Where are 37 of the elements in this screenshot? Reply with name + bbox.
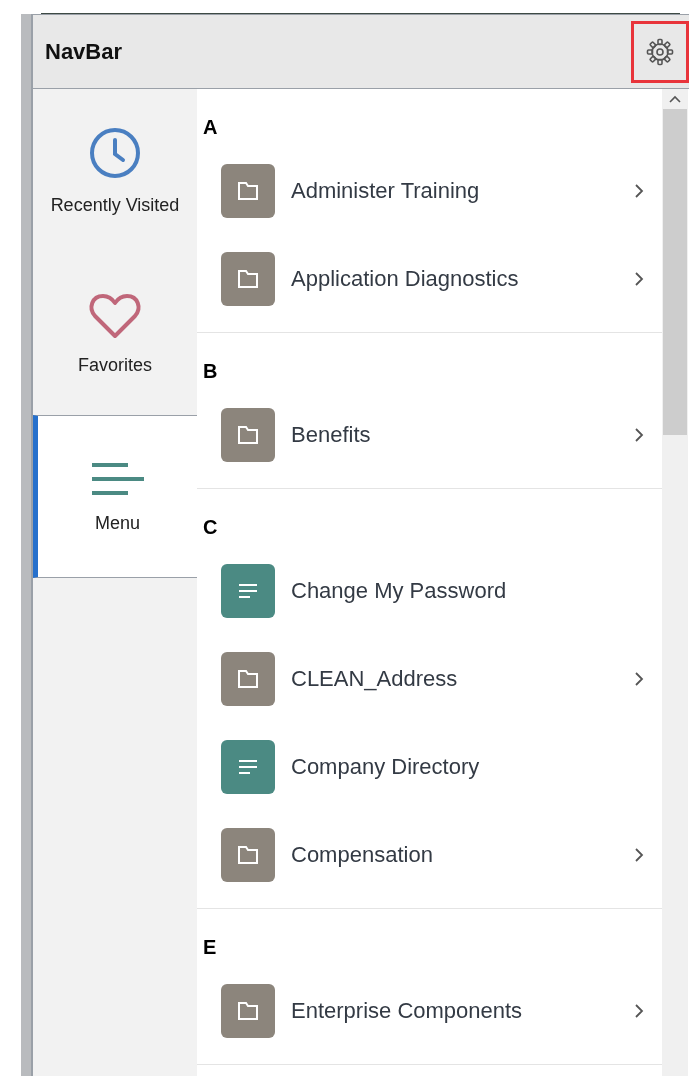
scrollbar-thumb[interactable] bbox=[663, 109, 687, 435]
scrollbar[interactable] bbox=[662, 89, 688, 1076]
heart-icon bbox=[87, 291, 143, 341]
scroll-up-icon[interactable] bbox=[669, 95, 681, 103]
clock-icon bbox=[87, 125, 143, 181]
page-icon bbox=[221, 740, 275, 794]
folder-icon bbox=[221, 828, 275, 882]
chevron-right-icon bbox=[634, 271, 644, 287]
folder-icon bbox=[221, 652, 275, 706]
chevron-right-icon bbox=[634, 671, 644, 687]
sidebar-tab[interactable]: Recently Visited bbox=[33, 89, 197, 252]
section-letter: C bbox=[203, 516, 219, 539]
page-icon bbox=[221, 564, 275, 618]
menu-item[interactable]: CLEAN_Address bbox=[197, 635, 662, 723]
sidebar-tab[interactable]: Menu bbox=[33, 415, 197, 578]
chevron-right-icon bbox=[634, 427, 644, 443]
menu-item[interactable]: Application Diagnostics bbox=[197, 235, 662, 323]
folder-icon bbox=[221, 408, 275, 462]
navbar-title: NavBar bbox=[45, 38, 123, 65]
section-letter: E bbox=[203, 936, 218, 959]
menu-item[interactable]: Enterprise Components bbox=[197, 967, 662, 1055]
section-letter: A bbox=[203, 116, 219, 139]
menu-item[interactable]: Administer Training bbox=[197, 147, 662, 235]
section-letter: B bbox=[203, 360, 219, 383]
folder-icon bbox=[221, 252, 275, 306]
menu-item[interactable]: Benefits bbox=[197, 391, 662, 479]
settings-button[interactable] bbox=[631, 20, 689, 83]
sidebar-tab[interactable]: Favorites bbox=[33, 252, 197, 415]
menu-item[interactable]: Change My Password bbox=[197, 547, 662, 635]
menu-item[interactable]: Compensation bbox=[197, 811, 662, 899]
menu-item[interactable]: Company Directory bbox=[197, 723, 662, 811]
folder-icon bbox=[221, 984, 275, 1038]
chevron-right-icon bbox=[634, 183, 644, 199]
folder-icon bbox=[221, 164, 275, 218]
chevron-right-icon bbox=[634, 847, 644, 863]
settings-icon bbox=[646, 37, 674, 66]
chevron-right-icon bbox=[634, 1003, 644, 1019]
